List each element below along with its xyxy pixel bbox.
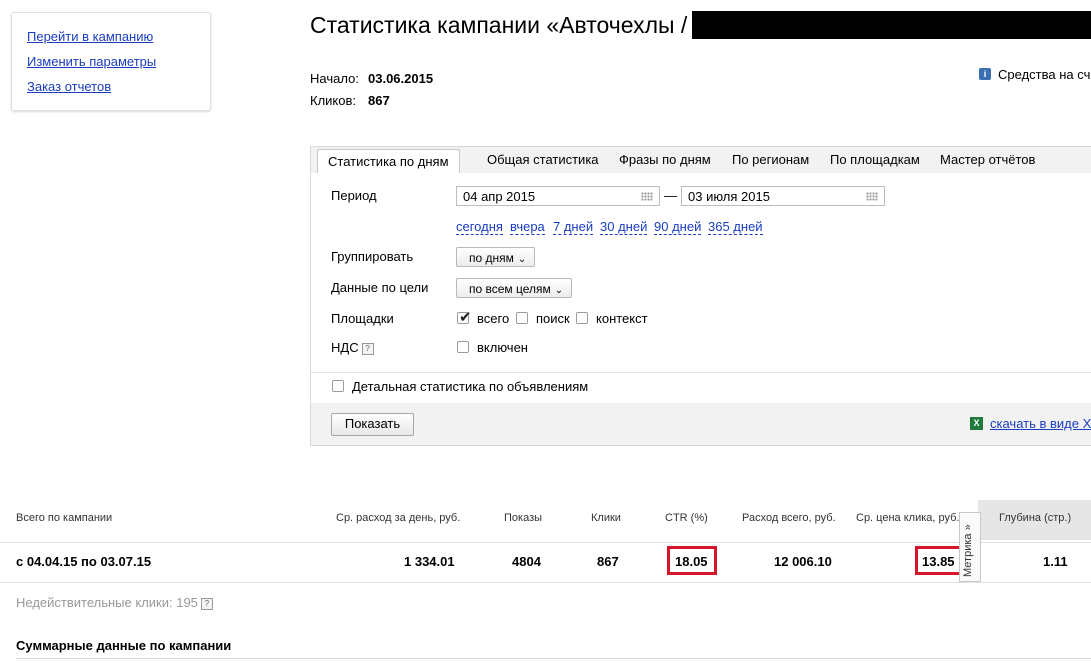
platform-all-checkbox[interactable]: ✔ [457,309,472,326]
vat-option-label: включен [477,340,528,355]
header-impressions: Показы [504,512,543,524]
edit-params-link[interactable]: Изменить параметры [27,54,156,69]
tab-general-stats[interactable]: Общая статистика [487,152,599,167]
tabs-bar: Статистика по дням Общая статистика Фраз… [310,146,1091,175]
divider [311,372,1091,373]
goal-select[interactable]: по всем целям ⌄ [456,278,573,298]
row-avg-cpc: 13.85 [922,554,955,569]
row-depth: 1.11 [1043,554,1068,569]
invalid-clicks-text: Недействительные клики: 195 [16,595,198,610]
info-icon: i [979,68,991,80]
range-30-days-link[interactable]: 30 дней [600,219,648,235]
tab-stats-by-days[interactable]: Статистика по дням [317,149,460,175]
help-icon[interactable]: ? [200,598,213,610]
platform-search-label: поиск [536,311,570,326]
page-title: Статистика кампании «Авточехлы / [310,12,688,38]
clicks-value: 867 [368,93,390,108]
group-select-value: по дням [469,251,514,265]
date-from-value: 04 апр 2015 [463,189,536,204]
tab-by-platforms[interactable]: По площадкам [830,152,920,167]
range-365-days-link[interactable]: 365 дней [708,219,763,235]
row-period: с 04.04.15 по 03.07.15 [16,554,152,569]
detailed-stats-checkbox[interactable] [332,380,344,392]
start-label: Начало: [310,71,359,86]
invalid-clicks: Недействительные клики: 195? [16,595,213,610]
date-from-input[interactable]: 04 апр 2015 [456,186,660,206]
tab-report-master[interactable]: Мастер отчётов [940,152,1035,167]
detailed-stats-label: Детальная статистика по объявлениям [352,379,589,394]
download-xls-link[interactable]: скачать в виде X [990,416,1091,431]
calendar-icon[interactable] [641,192,653,201]
row-clicks: 867 [597,554,619,569]
range-today-link[interactable]: сегодня [456,219,503,235]
row-avg-spend: 1 334.01 [404,554,455,569]
chevron-down-icon: ⌄ [517,254,527,265]
calendar-icon[interactable] [866,192,878,201]
header-avg-spend: Ср. расход за день, руб. [336,512,461,524]
platforms-label: Площадки [331,311,394,326]
header-avg-cpc: Ср. цена клика, руб. [856,512,960,524]
platform-all-label: всего [477,311,510,326]
range-7-days-link[interactable]: 7 дней [553,219,594,235]
header-total: Всего по кампании [16,512,113,524]
metrika-toggle[interactable]: Метрика » [959,512,981,582]
vat-checkbox[interactable] [457,341,469,353]
redacted-block [692,11,1091,39]
goal-label: Данные по цели [331,280,429,295]
platform-search-checkbox[interactable] [516,312,528,324]
header-spend-total: Расход всего, руб. [742,512,836,524]
divider [16,658,1091,659]
row-divider [0,582,1091,583]
tab-by-regions[interactable]: По регионам [732,152,809,167]
range-yesterday-link[interactable]: вчера [510,219,545,235]
goal-select-value: по всем целям [469,282,551,296]
summary-title: Суммарные данные по кампании [16,638,232,653]
date-dash: — [664,188,677,203]
go-to-campaign-link[interactable]: Перейти в кампанию [27,29,153,44]
row-spend-total: 12 006.10 [774,554,832,569]
date-to-input[interactable]: 03 июля 2015 [681,186,885,206]
tab-phrases-by-days[interactable]: Фразы по дням [619,152,711,167]
row-divider [0,542,1091,543]
clicks-label: Кликов: [310,93,357,108]
row-impressions: 4804 [512,554,541,569]
date-to-value: 03 июля 2015 [688,189,770,204]
header-ctr: CTR (%) [665,512,708,524]
platform-context-label: контекст [596,311,648,326]
chevron-down-icon: ⌄ [554,285,564,296]
platform-context-checkbox[interactable] [576,312,588,324]
show-button[interactable]: Показать [331,413,414,436]
sidebar-links-box: Перейти в кампанию Изменить параметры За… [11,12,211,111]
metrika-label: Метрика » [962,524,974,577]
excel-icon: X [970,417,983,430]
vat-label: НДС? [331,340,374,355]
header-depth: Глубина (стр.) [999,512,1072,524]
funds-text: Средства на сч [998,67,1091,82]
group-label: Группировать [331,249,414,264]
row-ctr: 18.05 [675,554,708,569]
period-label: Период [331,188,377,203]
header-clicks: Клики [591,512,621,524]
group-select[interactable]: по дням ⌄ [456,247,536,267]
vat-label-text: НДС [331,340,359,355]
range-90-days-link[interactable]: 90 дней [654,219,702,235]
checkmark-icon: ✔ [459,309,472,326]
help-icon[interactable]: ? [361,343,374,355]
start-value: 03.06.2015 [368,71,434,86]
order-reports-link[interactable]: Заказ отчетов [27,79,111,94]
